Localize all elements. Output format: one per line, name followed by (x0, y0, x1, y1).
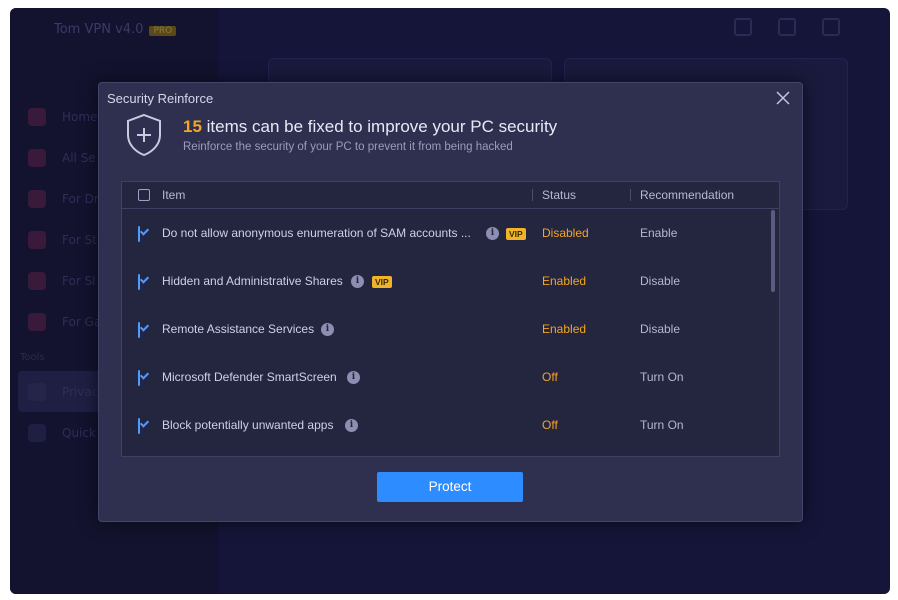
nav-label: All Se (62, 150, 96, 165)
shield-icon (28, 148, 46, 167)
column-header-status: Status (542, 188, 577, 202)
table-row[interactable]: Block potentially unwanted apps i Off Tu… (122, 401, 779, 449)
item-status: Off (542, 370, 558, 384)
close-icon[interactable] (774, 89, 792, 107)
item-name: Hidden and Administrative Shares (162, 274, 343, 288)
item-name: Microsoft Defender SmartScreen (162, 370, 337, 384)
item-recommendation: Turn On (640, 370, 684, 384)
column-header-recommendation: Recommendation (640, 188, 735, 202)
menu-icon[interactable] (778, 18, 796, 36)
dialog-title: Security Reinforce (107, 91, 214, 106)
fixable-count: 15 (183, 117, 202, 136)
table-scrollbar[interactable] (771, 210, 775, 292)
row-checkbox[interactable] (138, 226, 140, 242)
row-checkbox[interactable] (138, 418, 140, 434)
download-icon (28, 189, 46, 208)
info-icon[interactable]: i (351, 275, 364, 288)
column-divider (532, 189, 533, 201)
info-icon[interactable]: i (345, 419, 358, 432)
row-checkbox[interactable] (138, 370, 140, 386)
nav-label: For Ga (62, 314, 102, 329)
item-recommendation: Turn On (640, 418, 684, 432)
dialog-headline: 15 items can be fixed to improve your PC… (183, 117, 557, 137)
table-row[interactable]: Do not allow anonymous enumeration of SA… (122, 209, 779, 257)
item-recommendation: Disable (640, 274, 681, 288)
table-row[interactable]: Microsoft Defender SmartScreen i Off Tur… (122, 353, 779, 401)
item-recommendation: Disable (640, 322, 681, 336)
table-row[interactable]: Remote Assistance Services i Enabled Dis… (122, 305, 779, 353)
shield-plus-icon (127, 113, 161, 157)
column-header-item: Item (162, 188, 186, 202)
item-status: Enabled (542, 322, 587, 336)
row-checkbox[interactable] (138, 322, 140, 338)
security-reinforce-dialog: Security Reinforce 15 items can be fixed… (98, 82, 803, 522)
protect-button[interactable]: Protect (377, 472, 523, 502)
vip-badge: VIP (372, 276, 392, 288)
nav-label: Privac (62, 384, 99, 399)
pro-badge: PRO (149, 26, 177, 36)
privacy-icon (28, 382, 46, 401)
nav-label: For Sl (62, 273, 96, 288)
item-status: Enabled (542, 274, 587, 288)
info-icon[interactable]: i (347, 371, 360, 384)
link-icon (28, 423, 46, 442)
select-all-checkbox[interactable] (138, 189, 150, 201)
app-title: Tom VPN v4.0 PRO (54, 22, 177, 37)
play-icon (28, 230, 46, 249)
item-recommendation: Enable (640, 226, 678, 240)
people-icon (28, 271, 46, 290)
nav-label: Quick (62, 425, 96, 440)
headline-text: items can be fixed to improve your PC se… (201, 117, 558, 136)
items-table: Item Status Recommendation Do not allow … (121, 181, 780, 457)
info-icon[interactable]: i (321, 323, 334, 336)
dialog-subtitle: Reinforce the security of your PC to pre… (183, 141, 513, 153)
phone-icon[interactable] (734, 18, 752, 36)
item-status: Disabled (542, 226, 589, 240)
app-title-text: Tom VPN v4.0 (54, 22, 144, 37)
home-icon (28, 107, 46, 126)
row-checkbox[interactable] (138, 274, 140, 290)
item-name: Block potentially unwanted apps (162, 418, 334, 432)
item-status: Off (542, 418, 558, 432)
minimize-icon[interactable] (822, 18, 840, 36)
nav-label: Home (62, 109, 98, 124)
window-controls (734, 18, 840, 36)
table-header: Item Status Recommendation (122, 182, 779, 209)
nav-label: For St (62, 232, 97, 247)
info-icon[interactable]: i (486, 227, 499, 240)
gamepad-icon (28, 312, 46, 331)
vip-badge: VIP (506, 228, 526, 240)
table-row[interactable]: Hidden and Administrative Shares i VIP E… (122, 257, 779, 305)
item-name: Do not allow anonymous enumeration of SA… (162, 226, 471, 240)
item-name: Remote Assistance Services (162, 322, 315, 336)
column-divider (630, 189, 631, 201)
nav-label: For Dr (62, 191, 99, 206)
